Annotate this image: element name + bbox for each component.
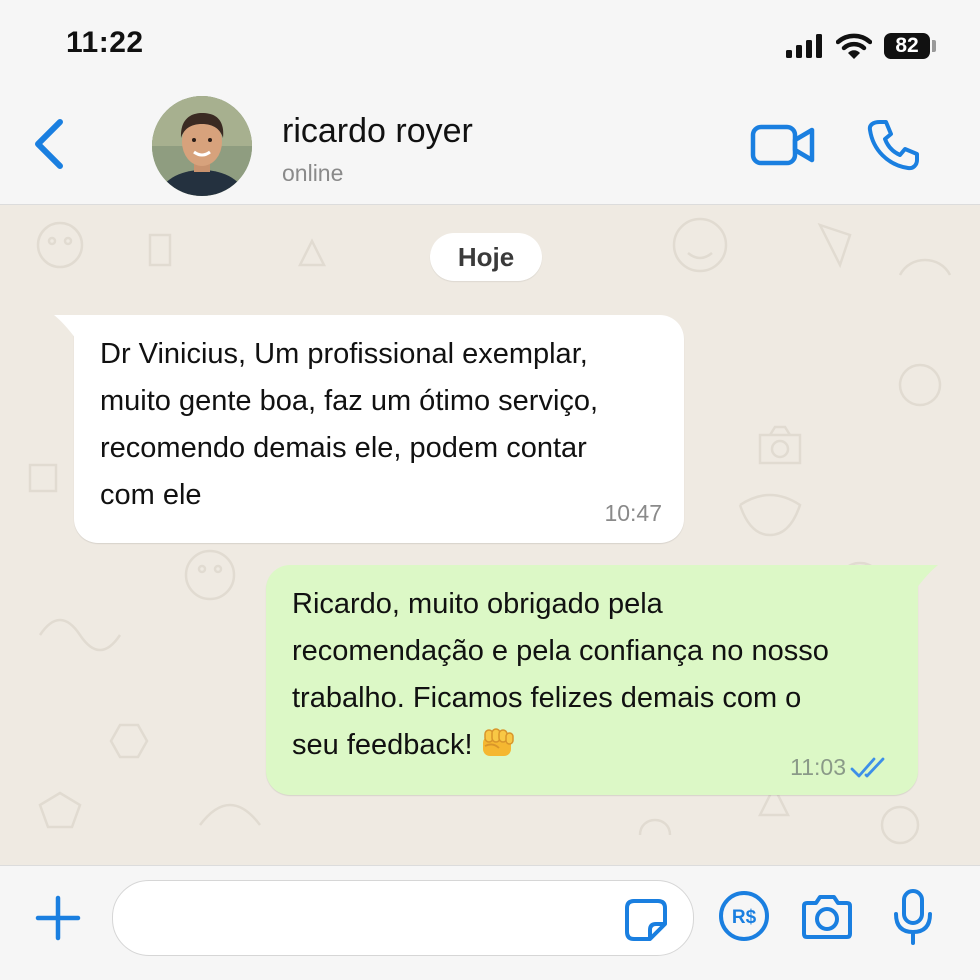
payment-icon: R$	[719, 891, 769, 941]
message-line: recomendação e pela confiança no nosso	[292, 635, 829, 667]
message-line: Ricardo, muito obrigado pela	[292, 588, 663, 620]
attach-plus-button[interactable]	[34, 894, 82, 942]
oncoming-fist-emoji	[482, 728, 514, 756]
status-time: 11:22	[66, 26, 144, 59]
battery-nub	[932, 40, 936, 52]
date-separator: Hoje	[430, 233, 542, 281]
message-text: Dr Vinicius, Um profissional exemplar, m…	[100, 331, 670, 519]
message-line: muito gente boa, faz um ótimo serviço,	[100, 385, 599, 417]
message-line: recomendo demais ele, podem contar	[100, 432, 587, 464]
bubble-tail	[54, 315, 76, 339]
payment-button[interactable]: R$	[718, 890, 770, 942]
message-input[interactable]	[112, 880, 694, 956]
message-timestamp: 11:03	[790, 754, 846, 780]
status-bar: 11:22 82	[0, 0, 980, 92]
message-line: trabalho. Ficamos felizes demais com o	[292, 682, 802, 714]
voice-call-button[interactable]	[866, 118, 920, 172]
wifi-icon	[836, 33, 872, 59]
back-button[interactable]	[28, 118, 72, 170]
microphone-button[interactable]	[892, 888, 934, 946]
outgoing-message-bubble[interactable]: Ricardo, muito obrigado pela recomendaçã…	[266, 565, 938, 795]
contact-status: online	[282, 160, 344, 186]
message-timestamp: 10:47	[604, 500, 662, 526]
chat-header: ricardo royer online	[0, 92, 980, 205]
message-line: Dr Vinicius, Um profissional exemplar,	[100, 338, 588, 370]
whatsapp-chat-screen: 11:22 82 ricardo royer online Hoje Dr Vi…	[0, 0, 980, 980]
battery-icon: 82	[884, 33, 930, 59]
double-check-read-icon	[850, 757, 885, 778]
signal-icon	[786, 34, 822, 58]
video-call-button[interactable]	[750, 122, 816, 168]
message-line: seu feedback!	[292, 729, 473, 761]
bubble-tail	[916, 565, 938, 589]
message-input-bar: R$	[0, 865, 980, 980]
avatar[interactable]	[152, 96, 252, 196]
contact-name[interactable]: ricardo royer	[282, 112, 473, 151]
avatar-photo	[152, 96, 252, 196]
message-text: Ricardo, muito obrigado pela recomendaçã…	[292, 581, 902, 769]
payment-label: R$	[732, 907, 757, 928]
incoming-message-bubble[interactable]: Dr Vinicius, Um profissional exemplar, m…	[54, 315, 684, 543]
chat-area[interactable]: Hoje Dr Vinicius, Um profissional exempl…	[0, 205, 980, 865]
message-line: com ele	[100, 479, 202, 511]
sticker-button[interactable]	[624, 898, 668, 942]
camera-button[interactable]	[800, 894, 854, 940]
